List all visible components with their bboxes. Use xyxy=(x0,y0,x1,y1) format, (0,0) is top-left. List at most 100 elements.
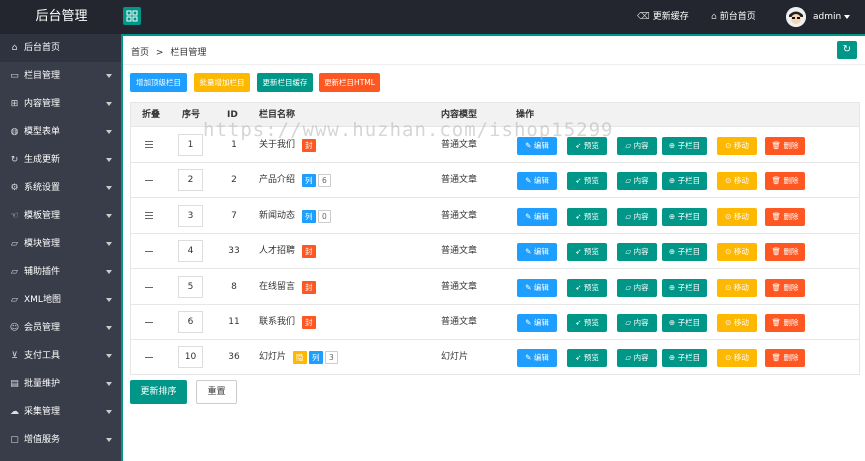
update-column-html-button[interactable]: 更新栏目HTML xyxy=(319,73,380,92)
sidebar-item[interactable]: ↻ 生成更新 xyxy=(0,146,121,174)
sort-input[interactable]: 4 xyxy=(178,240,203,263)
sort-input[interactable]: 10 xyxy=(178,346,203,369)
collapse-icon[interactable] xyxy=(145,286,153,288)
delete-button[interactable]: 🗑 删除 xyxy=(765,349,805,368)
sort-input[interactable]: 6 xyxy=(178,311,203,333)
sidebar-item[interactable]: ▢ 增值服务 xyxy=(0,426,121,454)
child-column-button[interactable]: ⊕ 子栏目 xyxy=(662,314,707,332)
preview-button[interactable]: ➶ 预览 xyxy=(567,172,607,191)
move-button[interactable]: ⊙ 移动 xyxy=(717,278,757,297)
table-row: 2 2 产品介绍列 6 普通文章 ✎ 编辑 ➶ 预览 ▱ 内容 ⊕ 子栏目 ⊙ 移动 🗑 删除 xyxy=(131,163,859,199)
preview-button[interactable]: ➶ 预览 xyxy=(567,349,607,368)
content-button[interactable]: ▱ 内容 xyxy=(617,278,657,297)
sidebar-item-label: 模块管理 xyxy=(24,239,61,249)
content-button[interactable]: ▱ 内容 xyxy=(617,172,657,191)
name-cell: 人才招聘 xyxy=(259,246,296,257)
content-button[interactable]: ▱ 内容 xyxy=(617,137,657,155)
name-cell: 产品介绍 xyxy=(259,175,296,186)
collapse-icon[interactable] xyxy=(145,357,153,359)
sort-input[interactable]: 5 xyxy=(178,275,203,298)
content-button[interactable]: ▱ 内容 xyxy=(617,349,657,368)
child-column-icon: ⊕ xyxy=(668,353,678,363)
move-button[interactable]: ⊙ 移动 xyxy=(717,207,757,226)
content-button-label: 内容 xyxy=(633,141,649,150)
child-column-icon: ⊕ xyxy=(668,318,678,327)
breadcrumb-home[interactable]: 首页 xyxy=(131,48,149,58)
child-column-button[interactable]: ⊕ 子栏目 xyxy=(662,278,707,297)
batch-add-column-button[interactable]: 批量增加栏目 xyxy=(194,73,250,92)
child-column-button[interactable]: ⊕ 子栏目 xyxy=(662,172,707,191)
expand-icon[interactable] xyxy=(145,141,153,150)
add-top-column-button[interactable]: 增加顶级栏目 xyxy=(130,73,187,92)
delete-button[interactable]: 🗑 删除 xyxy=(765,314,805,332)
move-button[interactable]: ⊙ 移动 xyxy=(717,243,757,262)
collapse-icon[interactable] xyxy=(145,251,153,253)
monitor-icon: ▭ xyxy=(10,71,19,81)
sidebar-item[interactable]: ▱ XML地图 xyxy=(0,286,121,314)
sidebar-item[interactable]: ▱ 模块管理 xyxy=(0,230,121,258)
chevron-down-icon xyxy=(106,298,112,302)
edit-button[interactable]: ✎ 编辑 xyxy=(517,278,557,297)
sidebar-item[interactable]: ⊞ 内容管理 xyxy=(0,90,121,118)
preview-button[interactable]: ➶ 预览 xyxy=(567,278,607,297)
sort-input[interactable]: 3 xyxy=(178,204,203,227)
top-bar: 后台管理 ⌫ 更新缓存 ⌂ 前台首页 admin xyxy=(0,0,865,34)
user-name[interactable]: admin xyxy=(813,0,841,34)
sidebar-item[interactable]: ▤ 批量维护 xyxy=(0,370,121,398)
sidebar-item[interactable]: ☜ 模板管理 xyxy=(0,202,121,230)
content-button[interactable]: ▱ 内容 xyxy=(617,207,657,226)
update-cache-link[interactable]: ⌫ 更新缓存 xyxy=(637,0,689,34)
collapse-icon[interactable] xyxy=(145,322,153,323)
folder-icon: ▱ xyxy=(11,267,18,277)
sidebar-item[interactable]: ◍ 模型表单 xyxy=(0,118,121,146)
child-column-button[interactable]: ⊕ 子栏目 xyxy=(662,243,707,262)
delete-button[interactable]: 🗑 删除 xyxy=(765,137,805,155)
move-button[interactable]: ⊙ 移动 xyxy=(717,349,757,368)
content-button[interactable]: ▱ 内容 xyxy=(617,243,657,262)
edit-button[interactable]: ✎ 编辑 xyxy=(517,207,557,226)
menu-toggle-button[interactable] xyxy=(123,7,141,25)
id-cell: 7 xyxy=(231,210,237,221)
front-home-link[interactable]: ⌂ 前台首页 xyxy=(711,0,756,34)
move-button[interactable]: ⊙ 移动 xyxy=(717,137,757,155)
chevron-down-icon[interactable] xyxy=(844,15,850,19)
sidebar-item[interactable]: ☺ 会员管理 xyxy=(0,314,121,342)
child-column-button[interactable]: ⊕ 子栏目 xyxy=(662,137,707,155)
delete-button[interactable]: 🗑 删除 xyxy=(765,243,805,262)
move-button[interactable]: ⊙ 移动 xyxy=(717,314,757,332)
avatar[interactable] xyxy=(786,7,806,27)
sidebar-item[interactable]: ☁ 采集管理 xyxy=(0,398,121,426)
preview-button[interactable]: ➶ 预览 xyxy=(567,137,607,155)
sort-input[interactable]: 1 xyxy=(178,134,203,156)
collapse-icon[interactable] xyxy=(145,180,153,182)
id-cell: 1 xyxy=(231,140,237,150)
edit-button[interactable]: ✎ 编辑 xyxy=(517,137,557,155)
edit-button[interactable]: ✎ 编辑 xyxy=(517,243,557,262)
sidebar-item[interactable]: ⚙ 系统设置 xyxy=(0,174,121,202)
child-column-button[interactable]: ⊕ 子栏目 xyxy=(662,207,707,226)
reset-button[interactable]: 重置 xyxy=(196,380,237,404)
gear-icon: ⚙ xyxy=(10,183,19,193)
child-column-button[interactable]: ⊕ 子栏目 xyxy=(662,349,707,368)
sort-input[interactable]: 2 xyxy=(178,169,203,192)
preview-button[interactable]: ➶ 预览 xyxy=(567,243,607,262)
refresh-button[interactable]: ↻ xyxy=(837,41,857,59)
delete-button[interactable]: 🗑 删除 xyxy=(765,278,805,297)
update-sort-button[interactable]: 更新排序 xyxy=(130,380,187,404)
sidebar-item[interactable]: ▭ 栏目管理 xyxy=(0,62,121,90)
update-column-cache-button[interactable]: 更新栏目缓存 xyxy=(257,73,313,92)
preview-button[interactable]: ➶ 预览 xyxy=(567,207,607,226)
delete-button[interactable]: 🗑 删除 xyxy=(765,172,805,191)
edit-button[interactable]: ✎ 编辑 xyxy=(517,172,557,191)
sidebar-item[interactable]: ▱ 辅助插件 xyxy=(0,258,121,286)
content-button[interactable]: ▱ 内容 xyxy=(617,314,657,332)
preview-button[interactable]: ➶ 预览 xyxy=(567,314,607,332)
edit-button[interactable]: ✎ 编辑 xyxy=(517,349,557,368)
edit-button[interactable]: ✎ 编辑 xyxy=(517,314,557,332)
sidebar-item[interactable]: ⊻ 支付工具 xyxy=(0,342,121,370)
delete-button[interactable]: 🗑 删除 xyxy=(765,207,805,226)
expand-icon[interactable] xyxy=(145,211,153,221)
move-button[interactable]: ⊙ 移动 xyxy=(717,172,757,191)
content-button-label: 内容 xyxy=(633,176,649,186)
sidebar-item[interactable]: ⌂ 后台首页 xyxy=(0,34,121,62)
